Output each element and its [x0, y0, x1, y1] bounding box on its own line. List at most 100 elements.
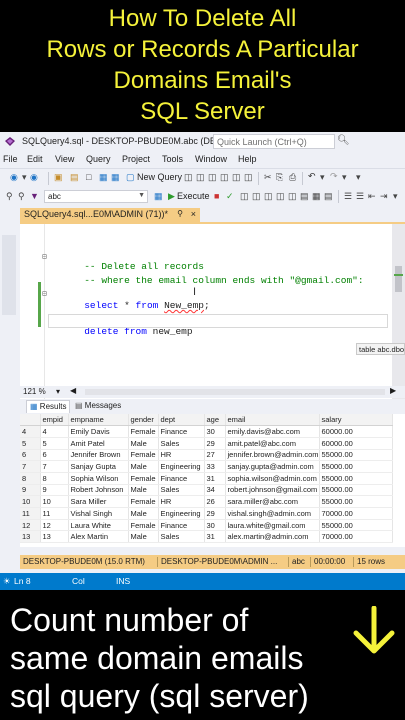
table-cell-empname[interactable]: Sara Miller — [68, 495, 129, 508]
table-cell-empid[interactable]: 7 — [40, 460, 69, 473]
table-row[interactable]: 12 12 Laura White Female Finance 30 laura.whit… — [20, 519, 393, 532]
table-cell-salary[interactable]: 55000.00 — [319, 449, 393, 462]
undo-dropdown-icon[interactable]: ▾ — [320, 172, 325, 183]
table-cell-email[interactable]: sophia.wilson@admin.com — [225, 472, 320, 485]
save-icon[interactable]: ▦ — [99, 172, 108, 183]
table-cell-email[interactable]: amit.patel@abc.com — [225, 437, 320, 450]
table-cell-empname[interactable]: Amit Patel — [68, 437, 129, 450]
row-number[interactable]: 12 — [20, 519, 41, 532]
table-cell-age[interactable]: 34 — [204, 484, 226, 497]
close-icon[interactable]: × — [191, 209, 196, 219]
scroll-right-icon[interactable]: ▶ — [390, 386, 396, 395]
table-row[interactable]: 4 4 Emily Davis Female Finance 30 emily.davis@… — [20, 425, 393, 438]
table-cell-empid[interactable]: 13 — [40, 530, 69, 544]
table-row[interactable]: 9 9 Robert Johnson Male Sales 34 robert.johnso… — [20, 484, 393, 497]
new-query-icon[interactable]: ▢ — [126, 172, 135, 183]
menu-file[interactable]: File — [3, 154, 18, 164]
connect-icon[interactable]: ⚲ — [6, 191, 13, 202]
open-file-icon[interactable]: □ — [86, 172, 91, 182]
table-cell-dept[interactable]: Finance — [158, 519, 205, 532]
table-cell-age[interactable]: 31 — [204, 472, 226, 485]
table-row[interactable]: 5 5 Amit Patel Male Sales 29 amit.patel@abc.co… — [20, 437, 393, 450]
execute-icon[interactable]: ▶ — [168, 191, 175, 202]
new-project-icon[interactable]: ▣ — [54, 172, 63, 183]
table-row[interactable]: 10 10 Sara Miller Female HR 26 sara.miller@abc… — [20, 495, 393, 508]
open-icon[interactable]: ▤ — [70, 172, 79, 183]
table-cell-age[interactable]: 26 — [204, 495, 226, 508]
table-cell-email[interactable]: sanjay.gupta@admin.com — [225, 460, 320, 473]
table-row[interactable]: 8 8 Sophia Wilson Female Finance 31 sophia.wil… — [20, 472, 393, 485]
new-query-button[interactable]: New Query — [137, 172, 182, 182]
table-cell-salary[interactable]: 55000.00 — [319, 484, 393, 497]
column-header[interactable]: age — [204, 414, 226, 427]
table-cell-empid[interactable]: 8 — [40, 472, 69, 485]
query-tool-icon-4[interactable]: ◫ — [220, 172, 229, 183]
query-tool-icon-5[interactable]: ◫ — [232, 172, 241, 183]
table-cell-empname[interactable]: Vishal Singh — [68, 507, 129, 520]
table-row[interactable]: 13 13 Alex Martin Male Sales 31 alex.martin@ad… — [20, 530, 393, 544]
table-row[interactable]: 7 7 Sanjay Gupta Male Engineering 33 sanjay.gu… — [20, 460, 393, 473]
table-cell-empid[interactable]: 5 — [40, 437, 69, 450]
table-cell-empid[interactable]: 12 — [40, 519, 69, 532]
table-cell-email[interactable]: laura.white@gmail.com — [225, 519, 320, 532]
table-cell-empname[interactable]: Sanjay Gupta — [68, 460, 129, 473]
table-cell-email[interactable]: robert.johnson@gmail.com — [225, 484, 320, 497]
table-cell-empid[interactable]: 9 — [40, 484, 69, 497]
table-cell-email[interactable]: emily.davis@abc.com — [225, 425, 320, 438]
zoom-dropdown-icon[interactable]: ▾ — [56, 387, 60, 396]
query-tool-icon-3[interactable]: ◫ — [208, 172, 217, 183]
save-all-icon[interactable]: ▦ — [111, 172, 120, 183]
database-dropdown[interactable]: abc ▼ — [44, 190, 148, 203]
table-cell-age[interactable]: 30 — [204, 519, 226, 532]
redo-icon[interactable]: ↷ — [330, 171, 338, 182]
table-cell-gender[interactable]: Male — [128, 460, 159, 473]
table-cell-age[interactable]: 30 — [204, 425, 226, 438]
tab-sqlquery4[interactable]: SQLQuery4.sql...E0M\ADMIN (71))* ⚲ × — [20, 208, 200, 222]
table-cell-empname[interactable]: Sophia Wilson — [68, 472, 129, 485]
results-grid-icon[interactable]: ▦ — [312, 191, 321, 202]
table-cell-salary[interactable]: 55000.00 — [319, 472, 393, 485]
row-number[interactable]: 4 — [20, 425, 41, 438]
copy-icon[interactable]: ⎘ — [276, 172, 283, 183]
object-explorer-icon[interactable]: ▦ — [154, 191, 163, 202]
object-explorer-tab[interactable] — [2, 235, 16, 315]
table-cell-empid[interactable]: 6 — [40, 449, 69, 462]
table-cell-age[interactable]: 27 — [204, 449, 226, 462]
tab-results[interactable]: ▦ Results — [26, 400, 71, 413]
scrollbar-thumb[interactable] — [395, 266, 402, 292]
table-cell-dept[interactable]: Engineering — [158, 460, 205, 473]
table-cell-age[interactable]: 29 — [204, 437, 226, 450]
table-cell-dept[interactable]: Engineering — [158, 507, 205, 520]
table-cell-gender[interactable]: Male — [128, 530, 159, 544]
column-header[interactable]: salary — [319, 414, 393, 427]
column-header[interactable]: empid — [40, 414, 69, 427]
menu-view[interactable]: View — [55, 154, 74, 164]
table-cell-salary[interactable]: 55000.00 — [319, 495, 393, 508]
overflow-icon[interactable]: ▾ — [356, 172, 361, 183]
parse-icon[interactable]: ✓ — [226, 191, 234, 202]
table-cell-empname[interactable]: Jennifer Brown — [68, 449, 129, 462]
menu-tools[interactable]: Tools — [162, 154, 183, 164]
column-header[interactable]: dept — [158, 414, 205, 427]
paste-icon[interactable]: ⎙ — [289, 172, 296, 183]
menu-project[interactable]: Project — [122, 154, 150, 164]
table-cell-salary[interactable]: 55000.00 — [319, 460, 393, 473]
row-number[interactable]: 8 — [20, 472, 41, 485]
uncomment-icon[interactable]: ☰ — [356, 191, 364, 202]
pin-icon[interactable]: ⚲ — [177, 209, 183, 218]
table-row[interactable]: 6 6 Jennifer Brown Female HR 27 jennifer.brown… — [20, 449, 393, 462]
indent-icon[interactable]: ⇥ — [380, 191, 388, 202]
dropdown-icon[interactable]: ▾ — [22, 172, 27, 183]
row-number[interactable]: 10 — [20, 495, 41, 508]
table-cell-age[interactable]: 33 — [204, 460, 226, 473]
menu-window[interactable]: Window — [195, 154, 227, 164]
undo-icon[interactable]: ↶ — [308, 171, 316, 182]
query-tool-icon-6[interactable]: ◫ — [244, 172, 253, 183]
filter-icon[interactable]: ▼ — [30, 191, 39, 201]
table-cell-salary[interactable]: 60000.00 — [319, 425, 393, 438]
collapse-icon[interactable]: ⊟ — [42, 252, 47, 262]
collapse-icon[interactable]: ⊟ — [42, 289, 47, 299]
table-cell-salary[interactable]: 70000.00 — [319, 530, 393, 544]
table-cell-salary[interactable]: 55000.00 — [319, 519, 393, 532]
back-icon[interactable]: ◉ — [10, 172, 18, 183]
